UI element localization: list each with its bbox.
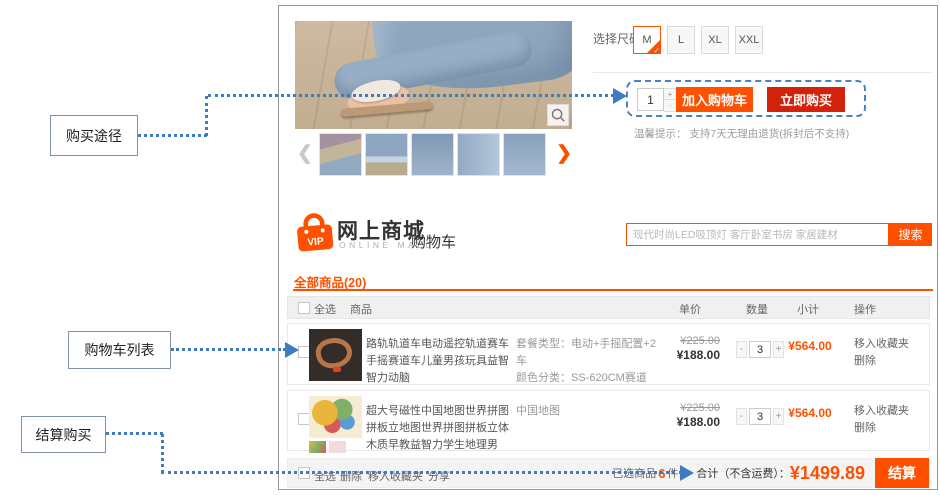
add-to-cart-button[interactable]: 加入购物车 — [676, 87, 753, 112]
screenshot-canvas: ❮ ❯ 选择尺码: M ✓ L XL XXL + - — [0, 0, 940, 495]
mall-logo-bag-icon[interactable]: VIP — [293, 210, 337, 254]
current-price: ¥188.00 — [656, 348, 720, 362]
section-divider — [593, 72, 931, 73]
page-title: 购物车 — [411, 231, 456, 252]
product-title-link[interactable]: 超大号磁性中国地图世界拼图拼板立地图世界拼图拼板立体木质早教益智力学生地理男 — [366, 403, 518, 454]
price-column: ¥225.00 ¥188.00 — [656, 402, 720, 429]
product-image-race-track[interactable] — [309, 329, 362, 381]
thumbnail-4[interactable] — [457, 133, 500, 176]
price-column: ¥225.00 ¥188.00 — [656, 335, 720, 362]
row-subtotal: ¥564.00 — [782, 339, 838, 353]
annotation-line-2 — [171, 348, 286, 351]
carousel-next-icon[interactable]: ❯ — [556, 141, 572, 167]
total-label: 合计（不含运费）： — [696, 465, 790, 481]
thumbnail-1[interactable] — [319, 133, 362, 176]
search-button[interactable]: 搜索 — [889, 223, 932, 246]
annotation-line-1 — [205, 96, 208, 136]
track-shape — [313, 335, 354, 372]
size-option-m[interactable]: M ✓ — [633, 26, 661, 54]
annotation-line-3 — [161, 471, 682, 474]
qty-decrease-icon[interactable]: - — [736, 341, 747, 358]
buy-now-button[interactable]: 立即购买 — [767, 87, 845, 112]
annotation-arrow-3-icon — [680, 465, 694, 481]
header-unit-price: 单价 — [664, 301, 716, 317]
check-icon: ✓ — [653, 46, 660, 54]
header-quantity: 数量 — [738, 301, 776, 317]
car-shape — [333, 367, 341, 372]
size-option-l[interactable]: L — [667, 26, 695, 54]
product-spec: 套餐类型：电动+手摇配置+2车 颜色分类：SS-620CM赛道 — [516, 336, 656, 387]
thumbnail-2[interactable] — [365, 133, 408, 176]
annotation-line-1 — [138, 134, 207, 137]
size-option-xxl[interactable]: XXL — [735, 26, 763, 54]
annotation-line-3 — [161, 434, 164, 473]
qty-value[interactable]: 3 — [749, 341, 771, 358]
cart-row-2: 超大号磁性中国地图世界拼图拼板立地图世界拼图拼板立体木质早教益智力学生地理男 中… — [287, 390, 930, 451]
checkout-button[interactable]: 结算 — [875, 458, 929, 488]
move-to-favorites-link[interactable]: 移入收藏夹 — [854, 403, 909, 420]
search-input[interactable] — [626, 223, 889, 246]
svg-text:VIP: VIP — [307, 236, 324, 248]
original-price: ¥225.00 — [656, 402, 720, 414]
total-amount: ¥1499.89 — [790, 463, 865, 484]
qty-value[interactable]: 3 — [749, 408, 771, 425]
header-subtotal: 小计 — [782, 301, 834, 317]
return-policy-tip: 温馨提示： 支持7天无理由退货(拆封后不支持) — [634, 126, 849, 141]
header-operation: 操作 — [854, 301, 876, 317]
spec-line-1: 套餐类型：电动+手摇配置+2车 — [516, 336, 656, 370]
delete-link[interactable]: 删除 — [854, 353, 909, 370]
row-quantity-stepper: - 3 + — [736, 408, 784, 425]
delete-link[interactable]: 删除 — [854, 420, 909, 437]
size-option-xl[interactable]: XL — [701, 26, 729, 54]
spec-line-1: 中国地图 — [516, 403, 656, 420]
spec-line-2: 颜色分类：SS-620CM赛道 — [516, 370, 656, 387]
header-product: 商品 — [350, 301, 372, 317]
row-operations: 移入收藏夹 删除 — [854, 403, 909, 437]
row-operations: 移入收藏夹 删除 — [854, 336, 909, 370]
magnifier-icon — [550, 107, 566, 123]
annotation-arrow-1-icon — [613, 88, 627, 104]
row-quantity-stepper: - 3 + — [736, 341, 784, 358]
quantity-stepper: + - — [637, 88, 677, 112]
current-price: ¥188.00 — [656, 415, 720, 429]
select-all-checkbox[interactable] — [298, 302, 310, 314]
qty-decrease-icon[interactable]: - — [736, 408, 747, 425]
carousel-prev-icon[interactable]: ❮ — [297, 141, 313, 167]
main-panel: ❮ ❯ 选择尺码: M ✓ L XL XXL + - — [278, 5, 938, 490]
row-subtotal: ¥564.00 — [782, 406, 838, 420]
size-options: M ✓ L XL XXL — [633, 26, 763, 54]
header-select-all[interactable]: 全选 — [314, 301, 336, 317]
quantity-input[interactable] — [637, 88, 664, 111]
callout-cart-list: 购物车列表 — [68, 331, 171, 369]
move-to-favorites-link[interactable]: 移入收藏夹 — [854, 336, 909, 353]
product-mini-thumbnails — [309, 441, 346, 453]
callout-checkout-buy: 结算购买 — [21, 416, 106, 453]
callout-purchase-path: 购买途径 — [50, 115, 138, 156]
product-image-map-puzzle[interactable] — [309, 396, 362, 438]
thumbnail-strip: ❮ ❯ — [295, 133, 572, 177]
product-title-link[interactable]: 路轨轨道车电动遥控轨道赛车手摇赛道车儿童男孩玩具益智智力动脑 — [366, 336, 518, 387]
product-main-image[interactable] — [295, 21, 572, 129]
annotation-line-1 — [208, 94, 614, 97]
thumbnail-5[interactable] — [503, 133, 546, 176]
thumbnail-3[interactable] — [411, 133, 454, 176]
annotation-arrow-2-icon — [285, 342, 299, 358]
section-underline — [293, 289, 933, 291]
cart-row-1: 路轨轨道车电动遥控轨道赛车手摇赛道车儿童男孩玩具益智智力动脑 套餐类型：电动+手… — [287, 323, 930, 385]
product-spec: 中国地图 — [516, 403, 656, 420]
image-zoom-button[interactable] — [547, 104, 569, 126]
original-price: ¥225.00 — [656, 335, 720, 347]
cart-table-header: 全选 商品 单价 数量 小计 操作 — [287, 296, 930, 319]
annotation-line-3 — [106, 432, 163, 435]
